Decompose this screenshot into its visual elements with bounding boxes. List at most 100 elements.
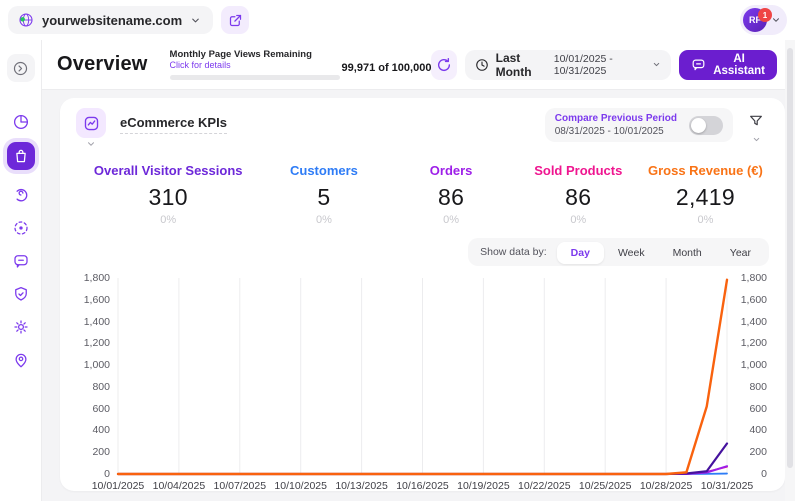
kpi-value: 5 [317, 184, 331, 210]
kpi-label: Customers [289, 163, 358, 178]
expand-sidebar-button[interactable] [6, 54, 35, 82]
show-data-by-label: Show data by: [480, 246, 547, 258]
main-content: eCommerce KPIs Compare Previous Period 0… [42, 90, 785, 501]
kpi-card-icon-button[interactable] [76, 108, 106, 138]
kpi-gross-revenue[interactable]: Gross Revenue (€) 2,419 0% [642, 163, 769, 226]
refresh-button[interactable] [431, 49, 457, 80]
trend-chart-icon [83, 115, 100, 132]
compare-toggle[interactable] [689, 115, 723, 135]
kpi-change: 0% [443, 214, 460, 226]
tab-year[interactable]: Year [716, 242, 765, 264]
y-tick-label: 1,600 [740, 293, 767, 306]
y-tick-label: 200 [749, 446, 767, 459]
y-tick-label: 200 [92, 446, 110, 459]
x-tick-label: 10/25/2025 [578, 480, 632, 492]
tab-day[interactable]: Day [556, 242, 604, 264]
x-tick-label: 10/04/2025 [152, 480, 206, 492]
kpi-label: Overall Visitor Sessions [93, 163, 243, 178]
kpi-change: 0% [160, 214, 177, 226]
scrollbar-thumb[interactable] [787, 48, 793, 468]
chevron-down-icon[interactable] [86, 139, 96, 149]
kpi-orders[interactable]: Orders 86 0% [388, 163, 515, 226]
y-tick-label: 1,400 [83, 315, 110, 328]
kpi-customers[interactable]: Customers 5 0% [260, 163, 387, 226]
open-website-button[interactable] [221, 6, 250, 34]
settings-icon [12, 318, 30, 336]
filter-funnel-icon [748, 113, 764, 129]
kpi-label: Sold Products [534, 163, 623, 178]
x-tick-label: 10/10/2025 [274, 480, 327, 492]
x-tick-label: 10/22/2025 [518, 480, 571, 492]
period-range: 10/01/2025 - 10/31/2025 [553, 52, 613, 77]
y-tick-label: 400 [92, 424, 110, 437]
chart-plot-area[interactable] [118, 278, 727, 474]
sidebar-item-settings[interactable] [7, 313, 35, 341]
security-icon [12, 285, 30, 303]
page-header: Overview Monthly Page Views Remaining Cl… [42, 40, 795, 90]
x-tick-label: 10/16/2025 [396, 480, 449, 492]
sidebar-item-feedback[interactable] [7, 247, 35, 275]
y-tick-label: 0 [104, 468, 110, 480]
y-tick-label: 1,000 [83, 359, 110, 372]
dashboard-icon [12, 113, 30, 131]
sidebar-item-security[interactable] [7, 280, 35, 308]
ecommerce-kpis-card: eCommerce KPIs Compare Previous Period 0… [60, 98, 785, 492]
kpi-change: 0% [570, 214, 587, 226]
show-data-by-tabs: Show data by: Day Week Month Year [468, 238, 769, 266]
sidebar [0, 40, 42, 501]
chevron-down-icon[interactable] [752, 135, 761, 144]
topbar: yourwebsitename.com RF 1 [0, 0, 795, 40]
kpi-value: 2,419 [675, 184, 735, 210]
date-range-picker[interactable]: Last Month 10/01/2025 - 10/31/2025 [464, 49, 672, 80]
page-views-title: Monthly Page Views Remaining [169, 49, 312, 60]
compare-label: Compare Previous Period [554, 113, 677, 124]
x-axis: 10/01/2025 10/04/2025 10/07/2025 10/10/2025… [92, 480, 754, 496]
compare-range: 08/31/2025 - 10/01/2025 [554, 126, 664, 137]
site-selector[interactable]: yourwebsitename.com [8, 6, 214, 34]
sidebar-item-dashboard[interactable] [7, 108, 35, 136]
card-title: eCommerce KPIs [120, 115, 227, 134]
kpi-value: 86 [565, 184, 592, 210]
kpi-change: 0% [697, 214, 714, 226]
chevron-down-icon [771, 15, 781, 25]
y-axis-right: 1,800 1,600 1,400 1,200 1,000 800 600 400 200 0 [727, 272, 769, 480]
site-name: yourwebsitename.com [42, 12, 183, 28]
kpi-overall-visitor-sessions[interactable]: Overall Visitor Sessions 310 0% [76, 163, 260, 226]
sidebar-item-audience[interactable] [7, 214, 35, 242]
y-tick-label: 1,200 [83, 337, 110, 350]
kpi-change: 0% [316, 214, 332, 226]
kpi-label: Orders [429, 163, 473, 178]
kpi-row: Overall Visitor Sessions 310 0% Customers 5 0… [76, 163, 769, 226]
sidebar-item-ecommerce[interactable] [6, 142, 35, 170]
sidebar-item-visitor-location[interactable] [7, 346, 35, 374]
ai-assistant-button[interactable]: AI Assistant [679, 49, 777, 80]
tab-week[interactable]: Week [604, 242, 659, 264]
site-favicon-globe-icon [18, 12, 34, 28]
page-views-remaining: Monthly Page Views Remaining Click for d… [169, 49, 340, 80]
sidebar-item-behavior[interactable] [7, 181, 35, 209]
page-title: Overview [57, 53, 148, 75]
external-link-icon [228, 13, 243, 28]
user-menu[interactable]: RF 1 [740, 5, 787, 35]
page-views-value: 99,971 of 100,000 [341, 61, 432, 74]
y-tick-label: 1,600 [83, 293, 110, 306]
tab-month[interactable]: Month [659, 242, 716, 264]
refresh-icon [436, 57, 452, 73]
y-tick-label: 600 [749, 402, 767, 415]
y-tick-label: 1,800 [83, 272, 110, 284]
period-label: Last Month [495, 50, 532, 79]
x-tick-label: 10/19/2025 [457, 480, 510, 492]
kpi-sold-products[interactable]: Sold Products 86 0% [515, 163, 642, 226]
filter-button[interactable] [743, 108, 769, 134]
ai-assistant-label: AI Assistant [713, 52, 765, 77]
page-views-details-link[interactable]: Click for details [170, 60, 312, 70]
x-tick-label: 10/28/2025 [639, 480, 693, 492]
kpi-line-chart: 1,800 1,600 1,400 1,200 1,000 800 600 400 200 0 1… [76, 272, 769, 480]
y-axis-left: 1,800 1,600 1,400 1,200 1,000 800 600 400 200 0 [76, 272, 118, 480]
chevron-down-icon [652, 60, 661, 69]
expand-sidebar-icon [12, 60, 29, 77]
compare-previous-period: Compare Previous Period 08/31/2025 - 10/… [544, 108, 733, 142]
kpi-value: 310 [148, 184, 188, 210]
page-views-progress-bar [169, 75, 340, 80]
window-scrollbar[interactable] [785, 40, 795, 501]
